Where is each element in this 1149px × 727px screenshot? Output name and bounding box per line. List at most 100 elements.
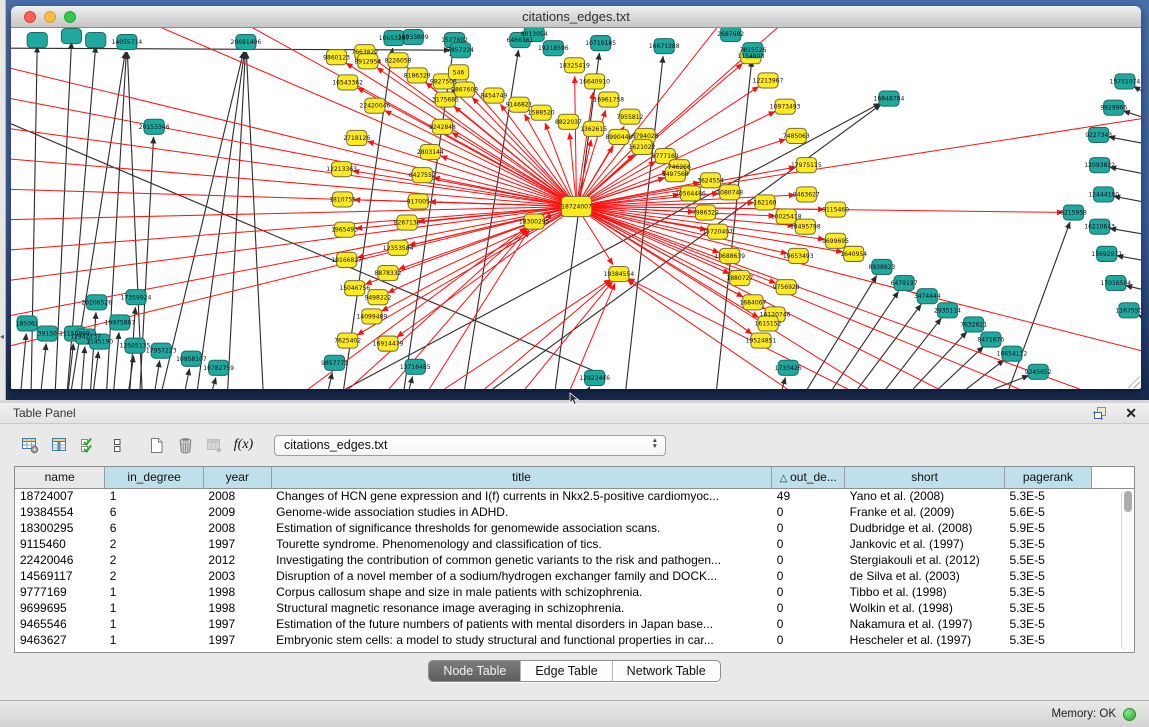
cell-pagerank: 5.3E-5: [1005, 536, 1092, 552]
select-columns-checklist-icon[interactable]: [74, 433, 103, 457]
cell-in_degree: 2: [105, 552, 204, 568]
cell-name: 9463627: [15, 632, 105, 648]
column-header-in_degree[interactable]: in_degree: [105, 467, 204, 488]
cell-year: 1997: [203, 616, 271, 632]
node-label: 12444180: [1088, 191, 1119, 198]
table-row[interactable]: 977716911998Corpus callosum shape and si…: [15, 584, 1134, 600]
panel-handle-icon[interactable]: ◂: [0, 332, 4, 341]
node-label: 8267130: [394, 220, 421, 227]
mouse-cursor: [569, 392, 581, 406]
show-columns-icon[interactable]: [45, 433, 74, 457]
node-label: 9756928: [773, 284, 800, 291]
cell-short: Yano et al. (2008): [845, 488, 1005, 504]
close-panel-icon[interactable]: ✕: [1125, 406, 1137, 420]
citation-edge-black: [31, 46, 37, 389]
node-label: 546: [453, 69, 465, 76]
node-label: 7625402: [334, 338, 361, 345]
node-label: 1080748: [716, 189, 743, 196]
citation-edge-red: [11, 189, 577, 206]
citation-edge-black: [155, 361, 159, 389]
cell-name: 14569117: [15, 568, 105, 584]
node-label: 2935114: [934, 307, 961, 314]
function-builder-icon[interactable]: f(x): [229, 433, 258, 457]
node-label: 6794028: [632, 133, 659, 140]
citation-edge-red: [11, 206, 577, 345]
node-label: 39150: [38, 331, 57, 338]
column-header-pagerank[interactable]: pagerank: [1005, 467, 1092, 488]
table-row[interactable]: 1456911722003Disruption of a novel membe…: [15, 568, 1134, 584]
node-label: 1621022: [629, 144, 656, 151]
table-selector-dropdown[interactable]: citations_edges.txt ▲▼: [274, 435, 666, 456]
node-label: 16543362: [332, 79, 363, 86]
network-canvas[interactable]: 1872400718300295193845547663822986012389…: [11, 28, 1141, 389]
cell-name: 9465546: [15, 616, 105, 632]
node-label: 1527602: [441, 37, 468, 44]
tab-edge-table[interactable]: Edge Table: [520, 661, 611, 681]
tab-network-table[interactable]: Network Table: [612, 661, 720, 681]
citation-edge-black: [213, 378, 216, 389]
node-label: 8186328: [404, 72, 431, 79]
citation-edge-black: [162, 52, 243, 389]
delete-table-icon[interactable]: [200, 433, 229, 457]
tab-node-table[interactable]: Node Table: [429, 661, 520, 681]
cell-out_degree: 0: [772, 616, 845, 632]
node-label: 15046756: [339, 285, 370, 292]
cell-title: Changes of HCN gene expression and I(f) …: [271, 488, 772, 504]
node-label: 7815526: [739, 47, 766, 54]
memory-status-indicator[interactable]: [1123, 708, 1136, 721]
status-bar: Memory: OK: [0, 700, 1149, 727]
network-window-titlebar[interactable]: citations_edges.txt: [11, 6, 1141, 28]
node-label: 9699695: [822, 238, 849, 245]
teal-node[interactable]: [61, 29, 81, 44]
column-header-name[interactable]: name: [15, 467, 105, 488]
cell-year: 1997: [203, 536, 271, 552]
column-header-year[interactable]: year: [203, 467, 271, 488]
column-header-out_degree[interactable]: △ out_de...: [772, 467, 845, 488]
float-panel-icon[interactable]: [1093, 406, 1107, 420]
cell-in_degree: 6: [105, 504, 204, 520]
node-label: 19218596: [538, 45, 569, 52]
citation-edge-red: [429, 230, 528, 389]
create-table-icon[interactable]: [142, 433, 171, 457]
node-label: 8878332: [375, 270, 402, 277]
teal-node[interactable]: [27, 33, 47, 48]
column-header-title[interactable]: title: [271, 467, 772, 488]
table-row[interactable]: 1938455462009Genome-wide association stu…: [15, 504, 1134, 520]
citation-network-graph[interactable]: 1872400718300295193845547663822986012389…: [11, 28, 1141, 389]
citation-edge-black: [938, 347, 983, 389]
node-label: 12353584: [383, 245, 414, 252]
citation-edge-red: [11, 99, 577, 207]
vertical-scrollbar[interactable]: [1121, 489, 1133, 651]
table-row[interactable]: 969969511998Structural magnetic resonanc…: [15, 600, 1134, 616]
cell-in_degree: 1: [105, 600, 204, 616]
node-table-scrollpane: namein_degreeyeartitle△ out_de...shortpa…: [14, 466, 1135, 653]
teal-node[interactable]: [86, 33, 106, 48]
cell-in_degree: 2: [105, 536, 204, 552]
node-label: 9245652: [1025, 369, 1052, 376]
node-label: 1588520: [528, 110, 555, 117]
network-desktop: ◂ citations_edges.txt 187240071830029519…: [0, 0, 1149, 400]
scrollbar-thumb[interactable]: [1124, 491, 1132, 512]
node-label: 19166827: [331, 257, 362, 264]
delete-entries-trash-icon[interactable]: [171, 433, 200, 457]
table-options-icon[interactable]: [16, 433, 45, 457]
cell-year: 2003: [203, 568, 271, 584]
table-row[interactable]: 1872400712008Changes of HCN gene express…: [15, 488, 1134, 504]
column-header-short[interactable]: short: [845, 467, 1005, 488]
cell-out_degree: 49: [772, 488, 845, 504]
cell-title: Disruption of a novel member of a sodium…: [271, 568, 772, 584]
table-row[interactable]: 1830029562008Estimation of significance …: [15, 520, 1134, 536]
citation-edge-red: [11, 129, 577, 207]
row-view-icon[interactable]: [103, 433, 132, 457]
table-row[interactable]: 2242004622012Investigating the contribut…: [15, 552, 1134, 568]
table-row[interactable]: 911546021997Tourette syndrome. Phenomeno…: [15, 536, 1134, 552]
table-tabs-row: Node TableEdge TableNetwork Table: [0, 653, 1149, 682]
node-label: 16914479: [373, 341, 404, 348]
table-row[interactable]: 946554611997Estimation of the future num…: [15, 616, 1134, 632]
node-label: 19653493: [783, 253, 814, 260]
table-row[interactable]: 946362711997Embryonic stem cells: a mode…: [15, 632, 1134, 648]
cell-year: 2008: [203, 520, 271, 536]
citation-edge-black: [185, 369, 189, 389]
node-label: 9857771: [321, 360, 348, 367]
node-label: 16961758: [593, 97, 624, 104]
